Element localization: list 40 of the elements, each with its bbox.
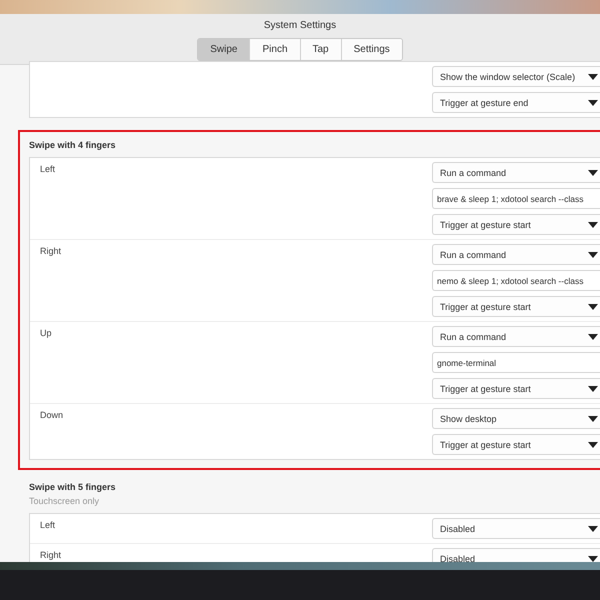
dropdown[interactable]: Run a command [432,162,600,183]
caret-icon [588,252,598,258]
window-title: System Settings [264,20,336,31]
section-title: Swipe with 5 fingers [29,482,117,492]
gesture-label: Up [40,327,52,340]
gesture-label: Right [40,245,62,258]
dropdown[interactable]: Show the window selector (Scale) [432,66,600,87]
tab[interactable]: Pinch [250,39,300,60]
caret-icon [588,100,598,106]
command-field[interactable]: gnome-terminal [432,352,600,373]
gesture-label: Right [40,549,62,562]
caret-icon [588,442,598,448]
dropdown[interactable]: Trigger at gesture end [432,92,600,113]
gesture-label: Left [40,519,56,532]
caret-icon [588,526,598,532]
dropdown[interactable]: Trigger at gesture start [432,214,600,235]
tab[interactable]: Settings [342,39,402,60]
section-title: Swipe with 4 fingers [29,140,117,150]
caret-icon [588,334,598,340]
dropdown[interactable]: Disabled [432,548,600,562]
caret-icon [588,74,598,80]
dropdown[interactable]: Run a command [432,326,600,347]
command-field[interactable]: nemo & sleep 1; xdotool search --class [432,270,600,291]
gesture-label: Left [40,163,56,176]
section-subtitle: Touchscreen only [29,496,100,506]
gesture-label: Down [40,409,64,422]
dropdown[interactable]: Run a command [432,244,600,265]
caret-icon [588,222,598,228]
tab[interactable]: Swipe [198,39,250,60]
command-field[interactable]: brave & sleep 1; xdotool search --class [432,188,600,209]
caret-icon [588,386,598,392]
tab[interactable]: Tap [300,39,342,60]
caret-icon [588,170,598,176]
dropdown[interactable]: Show desktop [432,408,600,429]
dropdown[interactable]: Disabled [432,518,600,539]
caret-icon [588,304,598,310]
caret-icon [588,416,598,422]
dropdown[interactable]: Trigger at gesture start [432,434,600,455]
dropdown[interactable]: Trigger at gesture start [432,378,600,399]
dropdown[interactable]: Trigger at gesture start [432,296,600,317]
